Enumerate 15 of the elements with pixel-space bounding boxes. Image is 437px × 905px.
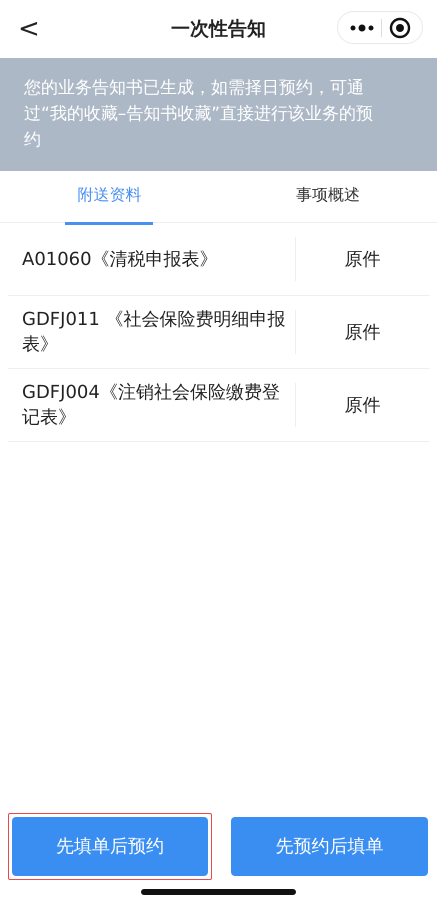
close-icon[interactable]: [388, 16, 410, 38]
material-type: 原件: [295, 237, 429, 281]
appointment-button[interactable]: 先填单后预约: [12, 816, 208, 876]
notice-banner: 您的业务告知书已生成，如需择日预约，可通过“我的收藏–告知书收藏”直接进行该业务的预约: [0, 58, 437, 171]
material-type: 原件: [295, 383, 429, 427]
back-button[interactable]: <: [14, 15, 44, 43]
page-title: 一次性告知: [171, 17, 266, 42]
tab[interactable]: 事项概述: [218, 171, 437, 222]
more-icon[interactable]: [350, 24, 374, 32]
material-type: 原件: [295, 310, 429, 354]
tab[interactable]: 附送资料: [0, 171, 218, 222]
material-name: GDFJ011 《社会保险费明细申报表》: [21, 308, 287, 357]
material-name: GDFJ004《注销社会保险缴费登记表》: [21, 381, 281, 430]
material-name: A01060《清税申报表》: [21, 248, 219, 272]
appointment-button[interactable]: 先预约后填单: [231, 816, 428, 876]
